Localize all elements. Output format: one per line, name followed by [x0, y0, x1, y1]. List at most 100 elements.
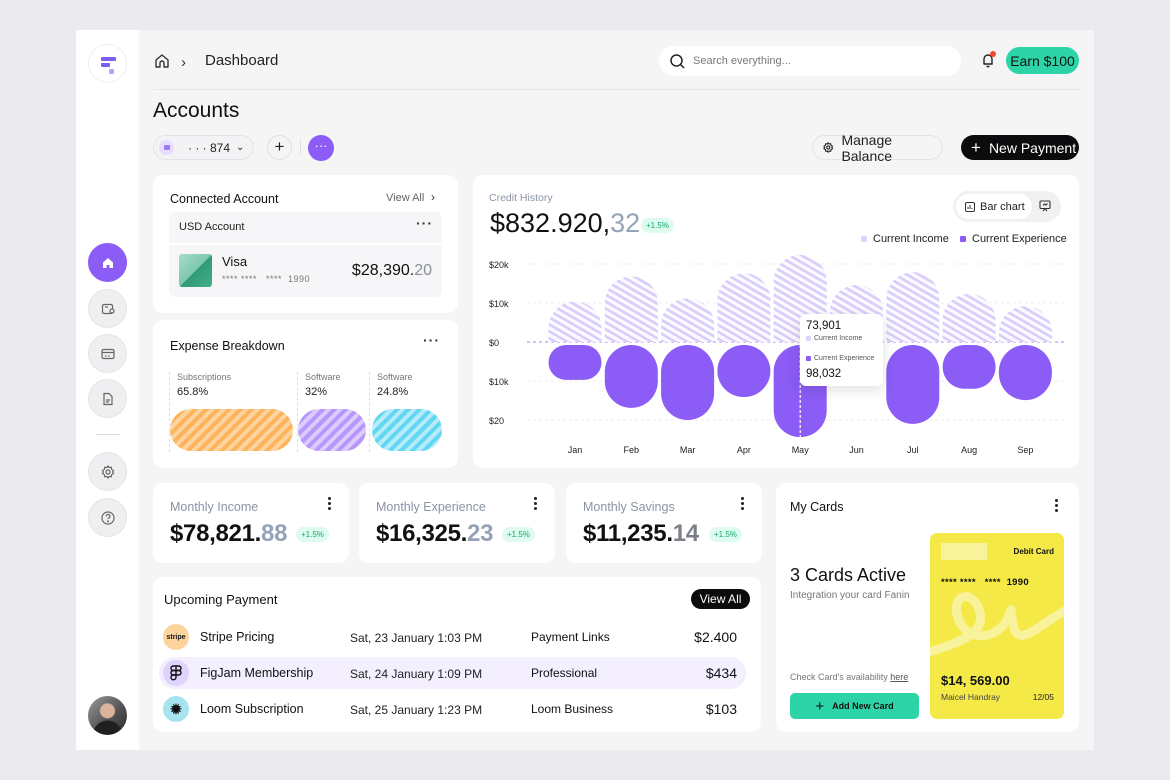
payment-row[interactable]: stripe Stripe Pricing Sat, 23 January 1:…: [159, 621, 746, 653]
account-item[interactable]: USD Account ··· Visa **** **** **** 1990…: [169, 212, 442, 297]
expense-bar-subscriptions[interactable]: [170, 409, 293, 451]
chevron-right-icon[interactable]: ›: [431, 190, 435, 204]
divider: [169, 243, 442, 245]
app-frame: › Dashboard Earn $100 Accounts · · · 874…: [76, 30, 1094, 750]
more-options-button[interactable]: ···: [308, 135, 334, 161]
chart-view-toggle: Bar chart: [953, 191, 1061, 222]
sidebar-item-settings[interactable]: [88, 452, 127, 491]
expense-percent: 24.8%: [377, 386, 409, 398]
payment-row[interactable]: ✹ Loom Subscription Sat, 25 January 1:23…: [159, 693, 746, 725]
account-selector[interactable]: · · · 874 ⌄: [153, 135, 254, 160]
stat-value: $16,325.23: [376, 520, 494, 547]
chart-tooltip: 73,901 Current Income Current Experience…: [800, 314, 883, 386]
y-tick-label: $10k: [489, 299, 509, 309]
bar-income-apr: [717, 273, 771, 342]
payment-amount: $434: [705, 665, 737, 681]
bar-experience-jan: [548, 345, 602, 380]
view-all-button[interactable]: View All: [691, 589, 750, 609]
bar-experience-mar: [661, 345, 715, 420]
app-logo[interactable]: [88, 44, 127, 83]
stat-value: $78,821.88: [170, 520, 288, 547]
payment-date: Sat, 24 January 1:09 PM: [350, 667, 483, 681]
upcoming-payment-card: Upcoming Payment View All stripe Stripe …: [153, 577, 761, 732]
account-icon: [159, 140, 174, 155]
tooltip-experience-label: Current Experience: [806, 355, 874, 362]
expense-label: Software: [305, 372, 341, 382]
sidebar-item-documents[interactable]: [88, 379, 127, 418]
notification-dot: [990, 51, 996, 57]
presentation-chart-icon[interactable]: [1038, 199, 1052, 213]
x-tick-label: Mar: [680, 445, 696, 455]
change-badge: +1.5%: [296, 527, 329, 542]
home-icon[interactable]: [153, 52, 171, 70]
stat-label: Monthly Income: [170, 500, 259, 514]
active-cards-count: 3 Cards Active: [790, 565, 907, 585]
notifications-button[interactable]: [979, 51, 997, 69]
search-input[interactable]: [693, 55, 943, 67]
bar-experience-feb: [604, 345, 658, 408]
stat-card-monthly-savings: Monthly Savings $11,235.14 +1.5%: [566, 483, 762, 563]
sidebar-item-help[interactable]: [88, 498, 127, 537]
expense-breakdown-card: Expense Breakdown ··· Subscriptions 65.8…: [153, 320, 458, 468]
view-all-link[interactable]: View All: [386, 192, 424, 204]
my-cards-card: My Cards 3 Cards Active Integration your…: [776, 483, 1079, 732]
change-badge: +1.5%: [641, 218, 674, 233]
more-icon[interactable]: ···: [423, 332, 440, 348]
more-vertical-icon[interactable]: [741, 497, 745, 510]
y-tick-label: $20: [489, 416, 504, 426]
sidebar-item-cards[interactable]: [88, 334, 127, 373]
add-account-button[interactable]: +: [267, 135, 292, 160]
x-tick-label: May: [792, 445, 810, 455]
earn-button[interactable]: Earn $100: [1006, 47, 1079, 74]
card-holder: Maicel Handray: [941, 692, 1001, 702]
more-vertical-icon[interactable]: [328, 497, 332, 510]
more-icon[interactable]: ···: [416, 215, 433, 231]
availability-link[interactable]: here: [890, 672, 908, 682]
bar-chart-toggle[interactable]: Bar chart: [956, 194, 1032, 219]
loom-logo-icon: ✹: [163, 696, 189, 722]
new-payment-button[interactable]: + New Payment: [961, 135, 1079, 160]
breadcrumb-current: Dashboard: [205, 52, 279, 69]
debit-card[interactable]: Debit Card **** **** **** 1990 $14, 569.…: [930, 533, 1064, 719]
balance-main: $28,390.: [351, 262, 415, 279]
expense-bar-software-2[interactable]: [372, 409, 442, 451]
credit-amount: $832.920,32: [490, 208, 640, 239]
card-number: **** **** **** 1990: [941, 577, 1029, 588]
card-brand: Visa: [222, 254, 248, 269]
manage-balance-label: Manage Balance: [841, 131, 893, 164]
document-icon: [102, 392, 113, 405]
legend-item-income: Current Income: [861, 233, 949, 245]
expense-label: Subscriptions: [177, 372, 232, 382]
plus-icon: +: [815, 697, 825, 715]
expense-label: Software: [377, 372, 413, 382]
payment-date: Sat, 23 January 1:03 PM: [350, 631, 483, 645]
y-tick-label: $10k: [489, 377, 509, 387]
legend-swatch: [861, 236, 867, 242]
payment-row[interactable]: FigJam Membership Sat, 24 January 1:09 P…: [159, 657, 746, 689]
card-title: My Cards: [790, 500, 844, 514]
sidebar-item-wallet[interactable]: [88, 289, 127, 328]
sidebar-item-home[interactable]: [88, 243, 127, 282]
bar-experience-sep: [998, 345, 1052, 401]
more-vertical-icon[interactable]: [1055, 499, 1059, 512]
card-type: Debit Card: [1013, 547, 1054, 556]
user-avatar[interactable]: [88, 696, 127, 735]
x-tick-label: Feb: [624, 445, 640, 455]
card-decoration: [930, 592, 1064, 657]
help-icon: [100, 510, 115, 525]
legend-label: Current Experience: [972, 233, 1067, 245]
payment-amount: $103: [705, 701, 737, 717]
bar-income-feb: [604, 276, 658, 342]
header-divider: [153, 89, 1080, 90]
manage-balance-button[interactable]: Manage Balance: [812, 132, 943, 164]
legend-item-experience: Current Experience: [960, 233, 1067, 245]
search-bar[interactable]: [659, 46, 961, 76]
expense-percent: 32%: [305, 386, 328, 398]
gear-icon: [823, 141, 834, 154]
add-new-card-button[interactable]: + Add New Card: [790, 693, 919, 719]
card-expiry: 12/05: [1032, 692, 1054, 702]
plus-icon: +: [274, 137, 285, 156]
more-vertical-icon[interactable]: [534, 497, 538, 510]
stat-label: Monthly Savings: [583, 500, 675, 514]
expense-bar-software[interactable]: [298, 409, 366, 451]
